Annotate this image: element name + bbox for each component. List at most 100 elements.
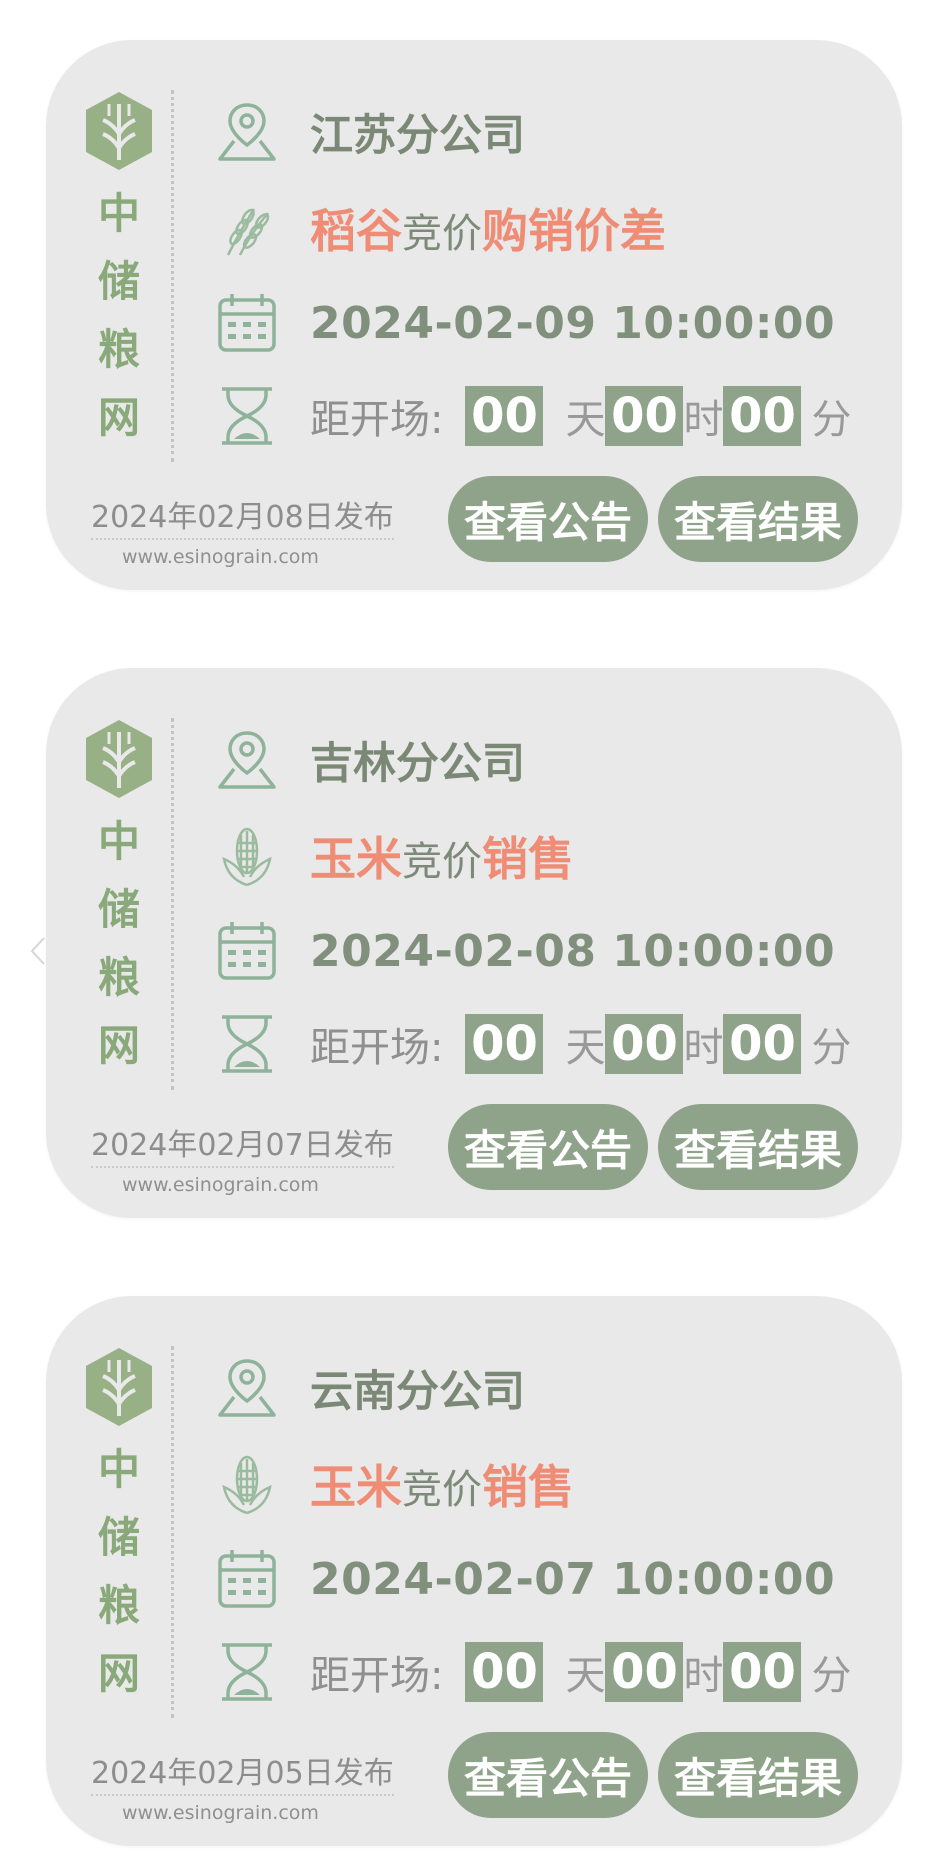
vertical-divider	[171, 718, 174, 1090]
countdown-days: 00	[465, 1642, 544, 1702]
countdown-row: 距开场: 00 天 00 时 00 分	[214, 376, 851, 456]
countdown-label: 距开场:	[310, 1025, 444, 1071]
countdown-days: 00	[465, 1014, 544, 1074]
auction-title: 稻谷竞价购销价差	[310, 195, 666, 261]
hourglass-icon	[222, 1015, 272, 1073]
vertical-divider	[171, 1346, 174, 1718]
publish-date: 2024年02月07日发布	[91, 1120, 394, 1168]
countdown: 距开场: 00 天 00 时 00 分	[310, 1014, 851, 1074]
countdown-hours: 00	[605, 1642, 684, 1702]
view-result-button[interactable]: 查看结果	[658, 1732, 858, 1818]
countdown: 距开场: 00 天 00 时 00 分	[310, 386, 851, 446]
brand-char: 中	[97, 189, 140, 238]
auction-card[interactable]: 中 储 粮 网 吉林分公司 玉米竞价销售 2024-02-08 10:00:00…	[46, 668, 902, 1218]
brand-char: 网	[97, 393, 140, 442]
day-unit: 天	[565, 1653, 606, 1699]
brand-char: 粮	[97, 953, 140, 1002]
auction-card[interactable]: 中 储 粮 网 江苏分公司 稻谷竞价购销价差 2024-02-09 10:00:…	[46, 40, 902, 590]
countdown-hours: 00	[605, 386, 684, 446]
trade-type: 销售	[482, 832, 574, 886]
countdown-hours: 00	[605, 1014, 684, 1074]
grain-type: 玉米	[310, 1460, 402, 1514]
vertical-divider	[171, 90, 174, 462]
company-row: 云南分公司	[214, 1348, 525, 1428]
calendar-icon	[218, 294, 276, 352]
brand-char: 中	[97, 817, 140, 866]
company-row: 江苏分公司	[214, 92, 525, 172]
brand-column: 中 储 粮 网	[76, 90, 162, 452]
countdown-row: 距开场: 00 天 00 时 00 分	[214, 1632, 851, 1712]
hour-unit: 时	[683, 1653, 724, 1699]
corn-icon	[222, 1455, 272, 1515]
countdown-row: 距开场: 00 天 00 时 00 分	[214, 1004, 851, 1084]
hour-unit: 时	[683, 397, 724, 443]
minute-unit: 分	[811, 1025, 852, 1071]
countdown-minutes: 00	[723, 1642, 802, 1702]
countdown-days: 00	[465, 386, 544, 446]
view-result-button[interactable]: 查看结果	[658, 476, 858, 562]
brand-char: 网	[97, 1649, 140, 1698]
brand-char: 储	[97, 1513, 140, 1562]
view-result-button[interactable]: 查看结果	[658, 1104, 858, 1190]
grain-type: 稻谷	[310, 204, 402, 258]
auction-title: 玉米竞价销售	[310, 823, 574, 889]
publish-date: 2024年02月05日发布	[91, 1748, 394, 1796]
hourglass-icon	[222, 387, 272, 445]
trade-type: 销售	[482, 1460, 574, 1514]
auction-kind: 竞价	[402, 839, 482, 885]
grain-shield-logo-icon	[86, 720, 152, 798]
company-name: 江苏分公司	[310, 111, 525, 161]
view-notice-button[interactable]: 查看公告	[448, 1104, 648, 1190]
location-pin-icon	[218, 731, 276, 789]
company-name: 吉林分公司	[310, 739, 525, 789]
minute-unit: 分	[811, 1653, 852, 1699]
location-pin-icon	[218, 103, 276, 161]
brand-char: 粮	[97, 1581, 140, 1630]
brand-char: 储	[97, 257, 140, 306]
location-pin-icon	[218, 1359, 276, 1417]
auction-title: 玉米竞价销售	[310, 1451, 574, 1517]
day-unit: 天	[565, 397, 606, 443]
auction-card[interactable]: 中 储 粮 网 云南分公司 玉米竞价销售 2024-02-07 10:00:00…	[46, 1296, 902, 1846]
minute-unit: 分	[811, 397, 852, 443]
grain-shield-logo-icon	[86, 92, 152, 170]
title-row: 玉米竞价销售	[214, 1444, 574, 1524]
auction-datetime: 2024-02-08 10:00:00	[310, 925, 836, 977]
brand-char: 储	[97, 885, 140, 934]
corn-icon	[222, 827, 272, 887]
hour-unit: 时	[683, 1025, 724, 1071]
brand-column: 中 储 粮 网	[76, 1346, 162, 1708]
grain-shield-logo-icon	[86, 1348, 152, 1426]
title-row: 玉米竞价销售	[214, 816, 574, 896]
countdown: 距开场: 00 天 00 时 00 分	[310, 1642, 851, 1702]
site-url: www.esinograin.com	[122, 1174, 319, 1196]
datetime-row: 2024-02-07 10:00:00	[214, 1539, 835, 1619]
auction-datetime: 2024-02-07 10:00:00	[310, 1553, 836, 1605]
chevron-left-icon[interactable]	[28, 936, 48, 966]
countdown-minutes: 00	[723, 1014, 802, 1074]
brand-char: 网	[97, 1021, 140, 1070]
grain-type: 玉米	[310, 832, 402, 886]
auction-kind: 竞价	[402, 1467, 482, 1513]
view-notice-button[interactable]: 查看公告	[448, 1732, 648, 1818]
title-row: 稻谷竞价购销价差	[214, 188, 666, 268]
company-row: 吉林分公司	[214, 720, 525, 800]
countdown-minutes: 00	[723, 386, 802, 446]
hourglass-icon	[222, 1643, 272, 1701]
calendar-icon	[218, 1550, 276, 1608]
day-unit: 天	[565, 1025, 606, 1071]
auction-list: 中 储 粮 网 江苏分公司 稻谷竞价购销价差 2024-02-09 10:00:…	[0, 0, 932, 1873]
view-notice-button[interactable]: 查看公告	[448, 476, 648, 562]
datetime-row: 2024-02-09 10:00:00	[214, 283, 835, 363]
brand-char: 粮	[97, 325, 140, 374]
auction-datetime: 2024-02-09 10:00:00	[310, 297, 836, 349]
company-name: 云南分公司	[310, 1367, 525, 1417]
site-url: www.esinograin.com	[122, 546, 319, 568]
calendar-icon	[218, 922, 276, 980]
wheat-icon	[226, 208, 270, 256]
auction-kind: 竞价	[402, 211, 482, 257]
brand-char: 中	[97, 1445, 140, 1494]
publish-date: 2024年02月08日发布	[91, 492, 394, 540]
trade-type: 购销价差	[482, 204, 666, 258]
datetime-row: 2024-02-08 10:00:00	[214, 911, 835, 991]
